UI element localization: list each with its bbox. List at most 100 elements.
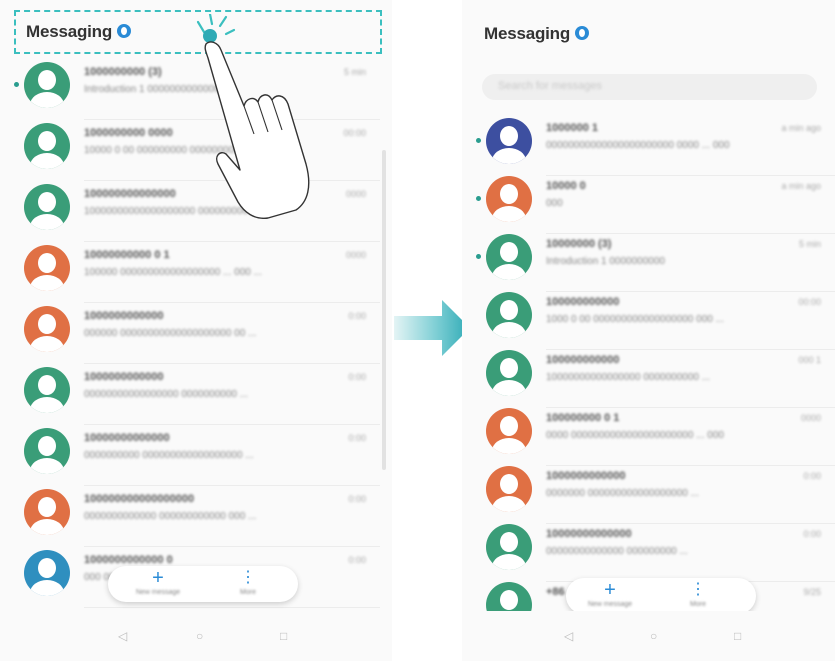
unread-dot (476, 138, 481, 143)
more-label: More (240, 589, 256, 596)
avatar-body (30, 92, 64, 108)
message-preview: 000000 00000000000000000000 00 ... (84, 328, 257, 339)
avatar-body (30, 214, 64, 230)
plus-icon: + (152, 567, 164, 589)
message-preview: 0000000000 000000000000000000 ... (84, 450, 254, 461)
new-message-label: New message (135, 589, 181, 596)
contact-avatar-icon (24, 123, 70, 169)
message-time: 0:00 (348, 494, 366, 504)
floating-action-bar: + New message ⋮ More (108, 566, 298, 602)
conversation-row[interactable]: 1000000000000 00000000000000000 000000000… (0, 363, 380, 425)
contact-avatar-icon (24, 428, 70, 474)
avatar-body (30, 580, 64, 596)
avatar-body (492, 438, 526, 454)
recents-square-icon[interactable]: □ (280, 629, 287, 643)
message-time: 5 min (798, 239, 821, 249)
message-preview: 00000000000000000000000 0000 ... 000 (546, 140, 730, 151)
avatar-head (38, 558, 56, 578)
unread-dot (14, 82, 19, 87)
conversation-row[interactable]: 10000 0 000 a min ago (462, 172, 835, 234)
conversation-row[interactable]: 10000000000000 0000000000 000000000000000… (0, 424, 380, 486)
contact-avatar-icon (24, 306, 70, 352)
contact-name: 10000 0 (546, 180, 586, 192)
avatar-body (30, 397, 64, 413)
conversation-row[interactable]: 100000000000 10000000000000000 0000000000… (462, 346, 835, 408)
avatar-head (38, 253, 56, 273)
home-circle-icon[interactable]: ○ (650, 629, 657, 643)
app-title: Messaging (484, 24, 590, 44)
message-preview: 0000000000000 000000000000 000 ... (84, 511, 257, 522)
avatar-head (38, 314, 56, 334)
unread-dot (476, 196, 481, 201)
avatar-head (500, 300, 518, 320)
message-preview: 1000 0 00 000000000000000000 000 ... (546, 314, 724, 325)
message-time: 000 1 (798, 355, 821, 365)
conversation-row[interactable]: 10000000000 0 1 100000 000000000000000000… (0, 241, 380, 303)
more-label: More (690, 601, 706, 608)
conversation-row[interactable]: 10000000 (3) Introduction 1 0000000000 5 m… (462, 230, 835, 292)
avatar-head (500, 242, 518, 262)
more-button[interactable]: ⋮ More (208, 566, 288, 602)
avatar-head (500, 532, 518, 552)
floating-action-bar: + New message ⋮ More (566, 578, 756, 614)
conversation-row[interactable]: 10000000000000 00000000000000 000000000 .… (462, 520, 835, 582)
contact-name: 100000000000000 (84, 188, 176, 200)
contact-name: 10000000000000 (546, 528, 632, 540)
message-preview: Introduction 1 0000000000 (546, 256, 665, 267)
conversation-row[interactable]: 100000000000000000 0000000000000 00000000… (0, 485, 380, 547)
contact-name: 1000000000000 0 (84, 554, 173, 566)
contact-name: 1000000 1 (546, 122, 598, 134)
avatar-body (30, 153, 64, 169)
scrollbar[interactable] (382, 150, 386, 470)
back-triangle-icon[interactable]: ◁ (118, 629, 127, 643)
more-button[interactable]: ⋮ More (658, 578, 738, 614)
avatar-head (500, 358, 518, 378)
contact-avatar-icon (486, 118, 532, 164)
avatar-head (38, 375, 56, 395)
message-time: 0:00 (348, 311, 366, 321)
message-preview: 00000000000000000 0000000000 ... (84, 389, 249, 400)
recents-square-icon[interactable]: □ (734, 629, 741, 643)
message-time: a min ago (781, 123, 821, 133)
message-time: 0:00 (803, 471, 821, 481)
conversation-row[interactable]: 1000000 1 00000000000000000000000 0000 ..… (462, 114, 835, 176)
message-time: 0000 (800, 413, 821, 423)
avatar-head (38, 436, 56, 456)
avatar-head (38, 70, 56, 90)
avatar-body (30, 336, 64, 352)
avatar-body (492, 264, 526, 280)
avatar-head (500, 184, 518, 204)
avatar-body (492, 322, 526, 338)
left-phone-screen: Messaging 1000000000 (3) Introduction 1 0… (0, 0, 392, 661)
more-vertical-icon: ⋮ (240, 569, 256, 586)
contact-avatar-icon (24, 245, 70, 291)
conversation-row[interactable]: 1000000000000 0000000 000000000000000000 … (462, 462, 835, 524)
home-circle-icon[interactable]: ○ (196, 629, 203, 643)
avatar-body (492, 496, 526, 512)
search-input[interactable]: Search for messages (482, 74, 817, 100)
contact-avatar-icon (24, 489, 70, 535)
avatar-head (38, 497, 56, 517)
navigation-bar: ◁ ○ □ (0, 611, 392, 661)
contact-name: 100000000000 (546, 354, 620, 366)
back-triangle-icon[interactable]: ◁ (564, 629, 573, 643)
conversation-row[interactable]: 100000000000 1000 0 00 000000000000000000… (462, 288, 835, 350)
avatar-body (30, 519, 64, 535)
new-message-button[interactable]: + New message (570, 578, 650, 614)
unread-dot (476, 254, 481, 259)
new-message-button[interactable]: + New message (118, 566, 198, 602)
info-circle-icon (575, 25, 590, 40)
avatar-head (38, 192, 56, 212)
message-time: 0000 (345, 250, 366, 260)
avatar-body (492, 206, 526, 222)
contact-name: 1000000000000 (84, 310, 164, 322)
right-phone-screen: Messaging Search for messages 1000000 1 0… (462, 0, 835, 661)
message-time: 0:00 (803, 529, 821, 539)
avatar-body (492, 148, 526, 164)
conversation-row[interactable]: 100000000 0 1 0000 0000000000000000000000… (462, 404, 835, 466)
conversation-row[interactable]: 1000000000000 000000 00000000000000000000… (0, 302, 380, 364)
message-preview: 10000000000000000 0000000000 ... (546, 372, 711, 383)
app-title-text: Messaging (484, 24, 571, 43)
plus-icon: + (604, 579, 616, 601)
message-preview: 00000000000000 000000000 ... (546, 546, 688, 557)
